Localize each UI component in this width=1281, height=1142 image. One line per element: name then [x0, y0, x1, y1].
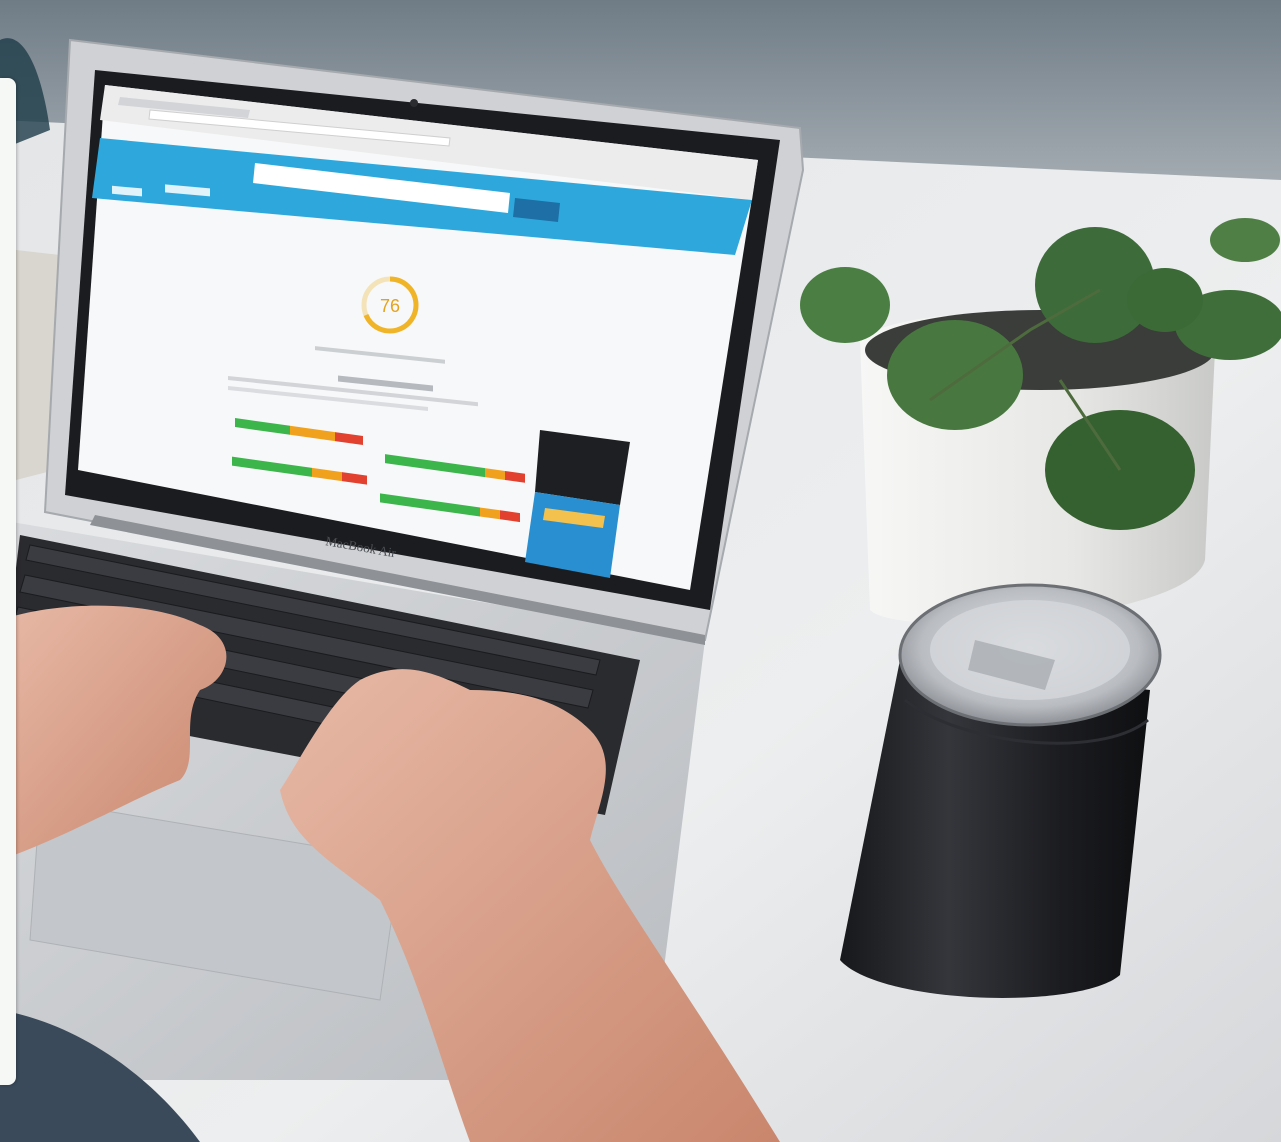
desk-scene: 76 MacBook Air: [0, 0, 1281, 1142]
side-panel: [0, 78, 16, 1085]
gauge-value: 76: [380, 296, 400, 316]
